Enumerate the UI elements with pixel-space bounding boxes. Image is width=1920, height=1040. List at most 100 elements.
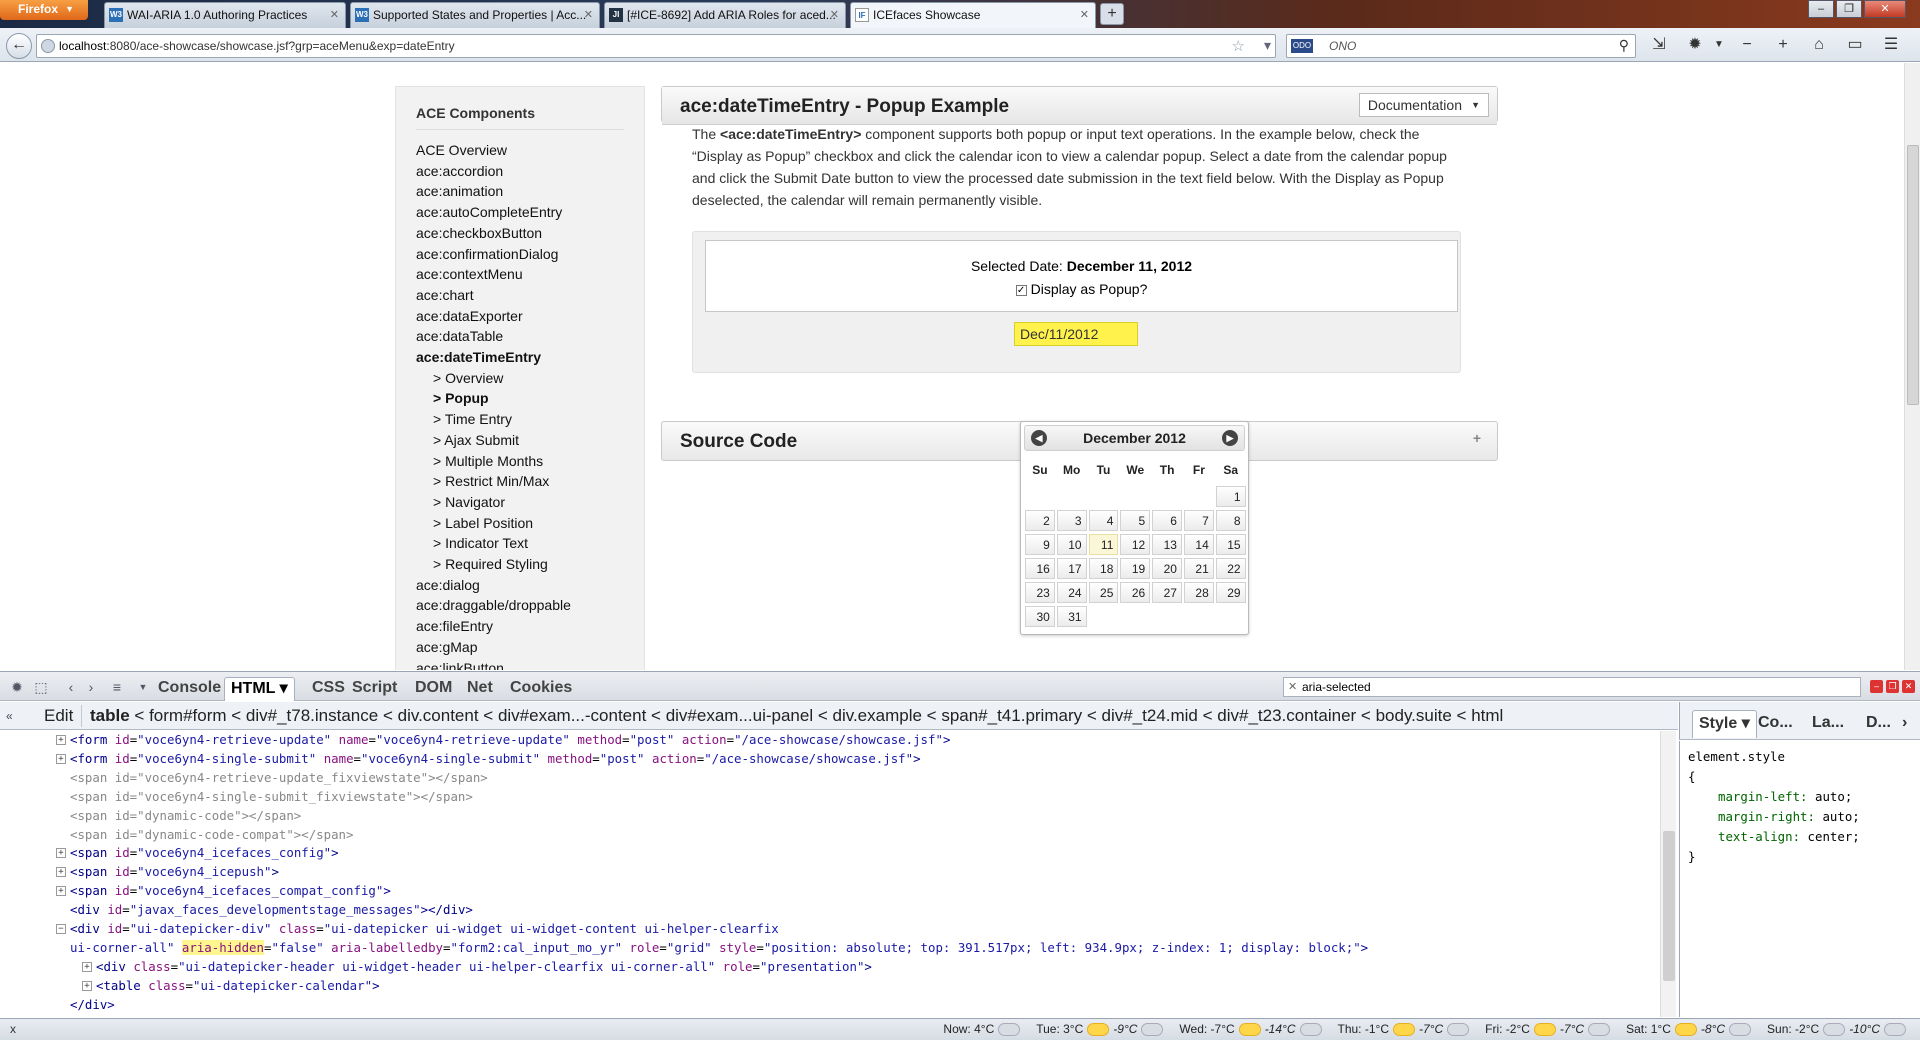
calendar-day[interactable]: 9	[1024, 533, 1056, 557]
expand-icon[interactable]: +	[82, 980, 92, 991]
calendar-day[interactable]: 6	[1151, 509, 1183, 533]
clear-search-icon[interactable]: ✕	[1288, 678, 1297, 696]
sidebar-item[interactable]: ace:dataExporter	[416, 306, 624, 327]
expand-icon[interactable]: +	[56, 867, 66, 878]
chevron-down-icon[interactable]: ▾	[1264, 37, 1271, 54]
html-tree-line[interactable]: <span id="voce6yn4-retrieve-update_fixvi…	[0, 769, 1660, 788]
browser-tab[interactable]: W3 Supported States and Properties | Acc…	[350, 2, 600, 28]
firefox-menu-button[interactable]: Firefox ▼	[0, 0, 88, 20]
sidebar-item[interactable]: ace:linkButton	[416, 658, 624, 670]
sidebar-item[interactable]: ace:autoCompleteEntry	[416, 202, 624, 223]
window-close-icon[interactable]: ✕	[1864, 0, 1906, 18]
html-tree-line[interactable]: <span id="dynamic-code-compat"></span>	[0, 826, 1660, 845]
calendar-day[interactable]: 27	[1151, 581, 1183, 605]
calendar-day[interactable]: 18	[1088, 557, 1120, 581]
sidebar-item[interactable]: > Restrict Min/Max	[416, 471, 624, 492]
expand-icon[interactable]: +	[1473, 430, 1481, 446]
calendar-day[interactable]: 8	[1215, 509, 1247, 533]
html-tree-line[interactable]: + <table class="ui-datepicker-calendar">	[0, 977, 1660, 996]
search-icon[interactable]: ⚲	[1619, 37, 1629, 54]
calendar-day[interactable]: 29	[1215, 581, 1247, 605]
sidebar-item[interactable]: ace:dataTable	[416, 326, 624, 347]
calendar-day[interactable]: 7	[1183, 509, 1215, 533]
date-input[interactable]: Dec/11/2012	[1014, 322, 1138, 346]
sidebar-item[interactable]: > Navigator	[416, 492, 624, 513]
calendar-day[interactable]: 23	[1024, 581, 1056, 605]
calendar-day[interactable]: 31	[1056, 605, 1088, 629]
prev-month-icon[interactable]: ◀	[1031, 430, 1047, 446]
edit-button[interactable]: Edit	[36, 705, 83, 727]
sidebar-item[interactable]: > Label Position	[416, 513, 624, 534]
html-panel-scrollbar[interactable]	[1660, 731, 1676, 1017]
sidebar-item[interactable]: > Required Styling	[416, 554, 624, 575]
new-tab-button[interactable]: +	[1100, 3, 1124, 25]
popup-checkbox[interactable]: ✓	[1015, 284, 1027, 296]
restore-icon[interactable]: ❐	[1836, 0, 1862, 18]
html-tree-line[interactable]: + <span id="voce6yn4_icefaces_compat_conf…	[0, 882, 1660, 901]
firebug-bug-icon[interactable]: ✹	[8, 678, 26, 696]
calendar-day[interactable]: 2	[1024, 509, 1056, 533]
firebug-tab-cookies[interactable]: Cookies	[504, 677, 578, 701]
close-icon[interactable]: x	[10, 1019, 16, 1039]
expand-icon[interactable]: +	[56, 753, 66, 764]
home-icon[interactable]: ⌂	[1808, 35, 1830, 57]
firebug-tab-script[interactable]: Script	[346, 677, 403, 701]
firebug-tab-console[interactable]: Console	[152, 677, 227, 701]
inspect-element-icon[interactable]: ⬚	[32, 678, 50, 696]
calendar-day[interactable]: 11	[1088, 533, 1120, 557]
close-icon[interactable]: ✕	[330, 3, 339, 27]
expand-icon[interactable]: +	[56, 886, 66, 897]
browser-tab-active[interactable]: IF ICEfaces Showcase ✕	[850, 2, 1096, 28]
calendar-day[interactable]: 25	[1088, 581, 1120, 605]
html-tree-line[interactable]: + <div class="ui-datepicker-header ui-wid…	[0, 958, 1660, 977]
firebug-tab-net[interactable]: Net	[461, 677, 499, 701]
sidebar-item[interactable]: ace:animation	[416, 181, 624, 202]
calendar-day[interactable]: 28	[1183, 581, 1215, 605]
back-button[interactable]: ←	[6, 33, 32, 59]
breadcrumb-item[interactable]: table	[90, 706, 130, 725]
breadcrumb-item[interactable]: div#_t23.container	[1217, 706, 1356, 725]
calendar-day[interactable]: 12	[1119, 533, 1151, 557]
sidebar-item[interactable]: > Multiple Months	[416, 451, 624, 472]
html-tree-line[interactable]: <span id="voce6yn4-single-submit_fixview…	[0, 788, 1660, 807]
calendar-day[interactable]: 20	[1151, 557, 1183, 581]
breadcrumb-item[interactable]: div.example	[832, 706, 921, 725]
arrow-right-icon[interactable]: ›	[82, 678, 100, 696]
chevron-down-icon[interactable]: ▼	[1708, 35, 1730, 57]
expand-icon[interactable]: +	[56, 848, 66, 859]
search-engine-icon[interactable]: ODO	[1291, 39, 1313, 53]
calendar-day[interactable]: 4	[1088, 509, 1120, 533]
sidebar-item[interactable]: ace:fileEntry	[416, 616, 624, 637]
firebug-minimize-icon[interactable]: –	[1870, 680, 1883, 693]
zoom-out-icon[interactable]: −	[1736, 35, 1758, 57]
browser-tab[interactable]: JI [#ICE-8692] Add ARIA Roles for aced..…	[604, 2, 846, 28]
firebug-tab-css[interactable]: CSS	[306, 677, 351, 701]
calendar-day[interactable]: 5	[1119, 509, 1151, 533]
style-property[interactable]: text-align: center;	[1688, 827, 1912, 847]
style-property[interactable]: margin-left: auto;	[1688, 787, 1912, 807]
sidebar-item[interactable]: > Indicator Text	[416, 533, 624, 554]
search-input[interactable]: ONO	[1329, 39, 1356, 53]
html-tree-line[interactable]: <div id="javax_faces_developmentstage_me…	[0, 901, 1660, 920]
breadcrumb-scroll-icon[interactable]: «	[6, 702, 30, 729]
side-panel-tab[interactable]: Co...	[1752, 710, 1799, 738]
zoom-in-icon[interactable]: +	[1772, 35, 1794, 57]
search-bar[interactable]: ODO ONO ⚲	[1286, 34, 1636, 58]
side-panel-tab[interactable]: Style ▾	[1692, 710, 1757, 738]
firebug-search-input[interactable]: ✕ aria-selected	[1283, 677, 1861, 697]
sidebar-item[interactable]: ace:accordion	[416, 161, 624, 182]
firebug-tab-dom[interactable]: DOM	[409, 677, 458, 701]
breadcrumb-item[interactable]: span#_t41.primary	[941, 706, 1082, 725]
expand-icon[interactable]: +	[82, 961, 92, 972]
sidebar-item[interactable]: ace:chart	[416, 285, 624, 306]
collapse-icon[interactable]: −	[56, 924, 66, 935]
next-month-icon[interactable]: ▶	[1222, 430, 1238, 446]
sidebar-item[interactable]: ace:checkboxButton	[416, 223, 624, 244]
firebug-icon[interactable]: ✹	[1684, 35, 1706, 57]
close-icon[interactable]: ✕	[830, 3, 839, 27]
firebug-detach-icon[interactable]: ❐	[1886, 680, 1899, 693]
html-tree-line[interactable]: + <form id="voce6yn4-retrieve-update" nam…	[0, 731, 1660, 750]
scrollbar-thumb[interactable]	[1663, 831, 1675, 981]
sidebar-item[interactable]: ace:dialog	[416, 575, 624, 596]
arrow-left-icon[interactable]: ‹	[62, 678, 80, 696]
